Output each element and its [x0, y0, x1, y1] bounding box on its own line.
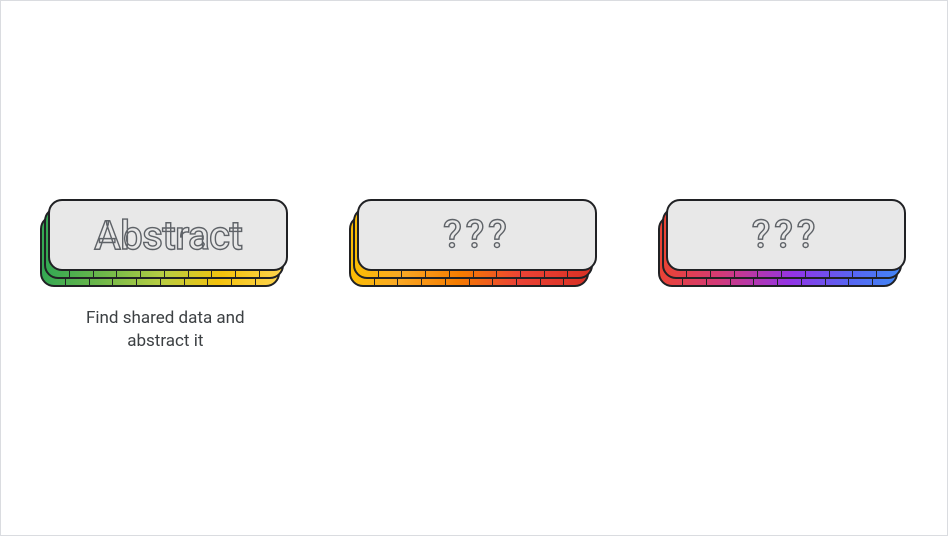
card-unknown-1: ???	[344, 199, 604, 353]
card-abstract: Abstract Find shared data and abstract i…	[35, 199, 295, 353]
card-stack: ???	[349, 199, 599, 289]
card-top-face: ???	[357, 199, 597, 271]
card-stack: ???	[658, 199, 908, 289]
card-label: ???	[752, 213, 819, 257]
card-top-face: ???	[666, 199, 906, 271]
card-unknown-2: ???	[653, 199, 913, 353]
card-top-face: Abstract	[48, 199, 288, 271]
card-stack: Abstract	[40, 199, 290, 289]
card-row: Abstract Find shared data and abstract i…	[1, 199, 947, 353]
card-caption: Find shared data and abstract it	[65, 307, 265, 353]
card-label: ???	[443, 213, 510, 257]
card-label: Abstract	[94, 212, 242, 259]
